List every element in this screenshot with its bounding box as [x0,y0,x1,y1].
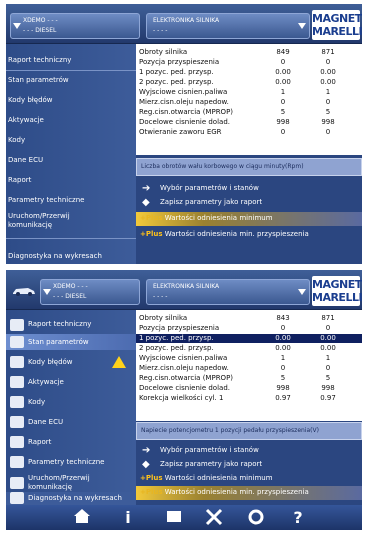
table-row[interactable]: Mierz.cisn.oleju napedow. 0 0 [136,98,362,107]
sidebar-item-parametry-techniczne[interactable]: Parametry techniczne [6,456,136,470]
table-row[interactable]: Mierz.cisn.oleju napedow. 0 0 [136,364,362,373]
table-row[interactable]: Docelowe cisnienie dolad. 998 998 [136,384,362,393]
sidebar-item-diagnostyka[interactable]: Diagnostyka na wykresach [6,492,136,506]
reference-minimum-button[interactable]: +Plus Wartości odniesienia minimum [136,472,362,486]
reference-acceleration-button[interactable]: +Plus Wartości odniesienia min. przyspie… [136,486,362,500]
wrench-icon [10,356,24,368]
report-icon [10,436,24,448]
vehicle-model: XDEMO - - - [53,283,88,290]
parameter-description: Liczba obrotów wału korbowego w ciągu mi… [136,158,362,176]
plus-label: +Plus [140,214,163,222]
select-parameters-button[interactable]: ➔ Wybór parametrów i stanów [136,444,362,458]
parameters-table: Obroty silnika 843 871 Pozycja przyspiesze… [136,310,362,421]
document-icon [10,456,24,468]
table-row[interactable]: Pozycja przyspieszenia 0 0 [136,324,362,333]
sidebar-item-uruchom-przerwij[interactable]: Uruchom/Przerwij komunikację [6,474,136,494]
parameter-description: Napiecie potencjometru 1 pozycji pedału … [136,422,362,440]
table-row[interactable]: Obroty silnika 843 871 [136,314,362,323]
sidebar-item-kody[interactable]: Kody [6,396,136,410]
table-row[interactable]: 1 pozyc. ped. przysp. 0.00 0.00 [136,68,362,77]
vehicle-engine: - - - DIESEL [23,27,57,34]
tools-icon[interactable] [204,508,224,528]
header-bar: XDEMO - - - - - - DIESEL ELEKTRONIKA SIL… [6,270,362,310]
vehicle-selector[interactable]: XDEMO - - - - - - DIESEL [10,13,140,39]
document-icon [10,319,24,331]
gauge-icon [10,336,24,348]
wrench-icon [10,396,24,408]
divider [6,238,136,239]
sidebar: Raport techniczny Stan parametrów Kody b… [6,44,136,264]
magneti-marelli-logo: MAGNETI MARELLI [312,10,362,40]
vehicle-selector[interactable]: XDEMO - - - - - - DIESEL [40,279,140,305]
plus-label: +Plus [140,474,163,482]
screenshot-top: XDEMO - - - - - - DIESEL ELEKTRONIKA SIL… [6,4,362,264]
divider [6,70,136,71]
screenshot-bottom: XDEMO - - - - - - DIESEL ELEKTRONIKA SIL… [6,270,362,530]
search-icon [10,477,24,489]
table-row[interactable]: Otwieranie zaworu EGR 0 0 [136,128,362,137]
sidebar-item-aktywacje[interactable]: Aktywacje [6,376,136,390]
home-icon[interactable] [72,508,92,528]
table-row[interactable]: Pozycja przyspieszenia 0 0 [136,58,362,67]
arrow-right-icon: ➔ [142,445,151,456]
table-row[interactable]: Wyjsciowe cisnien.paliwa 1 1 [136,354,362,363]
table-row[interactable]: 2 pozyc. ped. przysp. 0.00 0.00 [136,78,362,87]
sidebar-item-dane-ecu[interactable]: Dane ECU [6,416,136,430]
sidebar-item-kody-bledow[interactable]: Kody błędów [6,356,136,370]
dropdown-arrow-icon [13,23,21,29]
sidebar-item-raport-techniczny[interactable]: Raport techniczny [6,319,136,331]
select-parameters-button[interactable]: ➔ Wybór parametrów i stanów [136,182,362,196]
save-tag-icon: ◆ [142,459,150,470]
plus-label: +Plus [140,230,163,238]
refresh-icon[interactable] [246,508,266,528]
arrow-right-icon: ➔ [142,183,151,194]
warning-icon [112,356,126,368]
activation-icon [10,376,24,388]
help-icon[interactable]: ? [288,508,308,528]
module-sub: - - - - [153,293,168,300]
vehicle-model: XDEMO - - - [23,17,58,24]
folder-icon[interactable] [164,508,184,528]
chart-icon [10,492,24,504]
table-row-selected[interactable]: 1 pozyc. ped. przysp. 0.00 0.00 [136,334,362,343]
table-row[interactable]: Docelowe cisnienie dolad. 998 998 [136,118,362,127]
ecu-chip-icon [10,416,24,428]
vehicle-engine: - - - DIESEL [53,293,87,300]
magneti-marelli-logo: MAGNETI MARELLI [312,276,362,306]
car-icon [13,288,35,296]
info-icon[interactable]: i [118,508,138,528]
save-report-button[interactable]: ◆ Zapisz parametry jako raport [136,458,362,472]
table-row[interactable]: Reg.cisn.otwarcia (MPROP) 5 5 [136,374,362,383]
save-report-button[interactable]: ◆ Zapisz parametry jako raport [136,196,362,210]
table-row[interactable]: Reg.cisn.otwarcia (MPROP) 5 5 [136,108,362,117]
sidebar-item-raport[interactable]: Raport [6,436,136,450]
reference-acceleration-button[interactable]: +Plus Wartości odniesienia min. przyspie… [136,228,362,242]
table-row[interactable]: Korekcja wielkości cyl. 1 0.97 0.97 [136,394,362,403]
parameters-table: Obroty silnika 849 871 Pozycja przyspiesze… [136,44,362,155]
bottom-toolbar: i ? [6,505,362,530]
module-selector[interactable]: ELEKTRONIKA SILNIKA - - - - [146,279,310,305]
sidebar: Raport techniczny Stan parametrów Kody b… [6,310,136,505]
save-tag-icon: ◆ [142,197,150,208]
table-row[interactable]: 2 pozyc. ped. przysp. 0.00 0.00 [136,344,362,353]
sidebar-item-stan-parametrow[interactable]: Stan parametrów [6,334,136,350]
table-row[interactable]: Obroty silnika 849 871 [136,48,362,57]
module-name: ELEKTRONIKA SILNIKA [153,283,220,290]
dropdown-arrow-icon [298,289,306,295]
module-sub: - - - - [153,27,168,34]
module-name: ELEKTRONIKA SILNIKA [153,17,220,24]
module-selector[interactable]: ELEKTRONIKA SILNIKA - - - - [146,13,310,39]
dropdown-arrow-icon [43,289,51,295]
table-row[interactable]: Wyjsciowe cisnien.paliwa 1 1 [136,88,362,97]
header-bar: XDEMO - - - - - - DIESEL ELEKTRONIKA SIL… [6,4,362,44]
reference-minimum-button[interactable]: +Plus Wartości odniesienia minimum [136,212,362,226]
dropdown-arrow-icon [298,23,306,29]
plus-label: +Plus [140,488,163,496]
